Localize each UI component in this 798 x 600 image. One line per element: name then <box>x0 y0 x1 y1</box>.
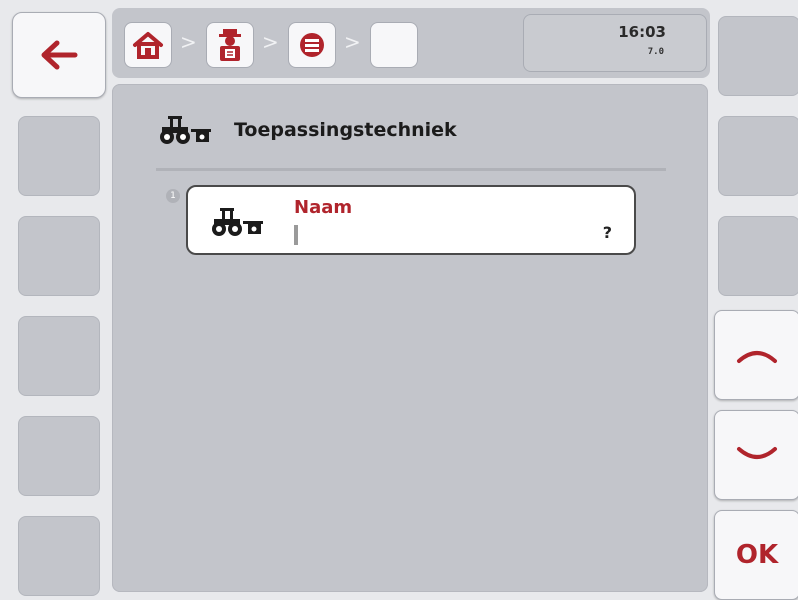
chevron-down-icon <box>737 447 777 459</box>
back-button[interactable] <box>12 12 106 98</box>
main-panel <box>112 84 708 592</box>
page-title: Toepassingstechniek <box>234 119 457 141</box>
status-clock: 16:03 7.0 <box>523 14 707 72</box>
page-heading: Toepassingstechniek <box>158 110 457 150</box>
software-version: 7.0 <box>647 47 664 57</box>
breadcrumb-operator[interactable] <box>206 22 254 68</box>
heading-divider <box>156 168 666 171</box>
ok-label: OK <box>735 540 779 570</box>
operator-terminal-icon <box>219 29 241 61</box>
home-icon <box>133 32 163 59</box>
breadcrumb-separator: > <box>180 30 197 54</box>
tractor-icon <box>212 208 263 236</box>
breadcrumb-home[interactable] <box>124 22 172 68</box>
text-cursor <box>294 225 298 245</box>
field-value-placeholder: ? <box>602 223 612 242</box>
field-index: 1 <box>166 189 180 203</box>
breadcrumb-list[interactable] <box>288 22 336 68</box>
right-softkey-3 <box>718 216 798 296</box>
breadcrumb-separator: > <box>262 30 279 54</box>
left-softkey-3 <box>18 216 100 296</box>
chevron-up-icon <box>737 351 777 363</box>
name-field-card[interactable]: Naam ? <box>186 185 636 255</box>
right-softkey-2 <box>718 116 798 196</box>
tractor-icon <box>160 116 211 144</box>
field-label: Naam <box>294 197 353 218</box>
terminal-screen: > > > 16:03 7.0 Toepassingstechniek 1 Na… <box>0 0 798 600</box>
scroll-down-button[interactable] <box>714 410 798 500</box>
left-softkey-2 <box>18 116 100 196</box>
arrow-left-icon <box>41 40 78 70</box>
right-softkey-1 <box>718 16 798 96</box>
left-softkey-4 <box>18 316 100 396</box>
clock-time: 16:03 <box>618 23 666 41</box>
breadcrumb-current <box>370 22 418 68</box>
breadcrumb-separator: > <box>344 30 361 54</box>
list-icon <box>300 33 324 57</box>
ok-button[interactable]: OK <box>714 510 798 600</box>
left-softkey-5 <box>18 416 100 496</box>
left-softkey-6 <box>18 516 100 596</box>
scroll-up-button[interactable] <box>714 310 798 400</box>
